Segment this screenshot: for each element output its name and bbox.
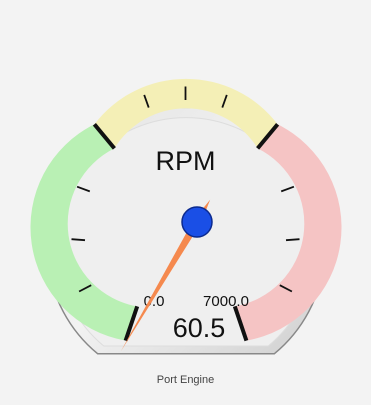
rpm-gauge-widget: RPM 0.0 7000.0 60.5 Port Engine (0, 0, 371, 405)
needle-hub (181, 206, 213, 238)
rpm-gauge: RPM 0.0 7000.0 60.5 (30, 78, 342, 355)
minor-tick (285, 238, 300, 242)
gauge-value-readout: 60.5 (173, 313, 226, 343)
minor-tick (71, 238, 86, 242)
gauge-max-label: 7000.0 (203, 293, 249, 310)
gauge-caption: Port Engine (156, 374, 215, 386)
gauge-title: RPM (156, 146, 216, 176)
